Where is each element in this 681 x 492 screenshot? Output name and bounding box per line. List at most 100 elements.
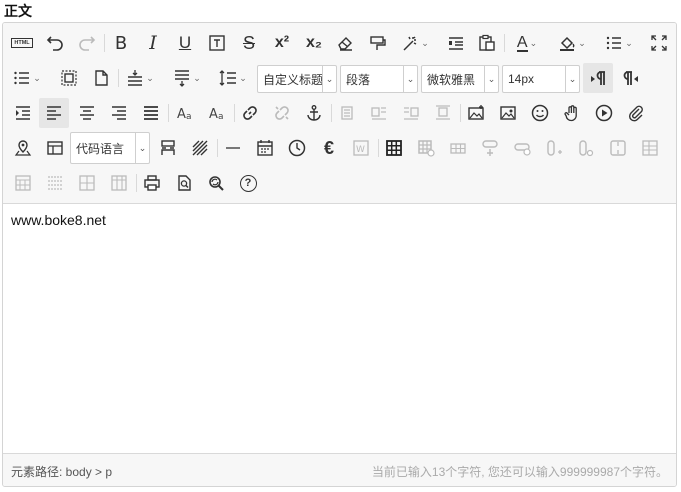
help-button[interactable]: ? bbox=[236, 172, 260, 194]
code-language-select[interactable]: 代码语言 ⌄ bbox=[70, 132, 150, 164]
fullscreen-button[interactable] bbox=[648, 32, 670, 54]
split-to-rows-button[interactable] bbox=[75, 172, 99, 194]
split-to-cells-button[interactable] bbox=[43, 172, 67, 194]
chevron-down-icon: ⌄ bbox=[484, 66, 498, 92]
merge-right-button[interactable] bbox=[638, 137, 662, 159]
separator bbox=[460, 104, 461, 122]
underline-button[interactable]: U bbox=[173, 32, 197, 54]
split-to-cols-button[interactable] bbox=[107, 172, 131, 194]
align-center-icon bbox=[80, 106, 94, 120]
element-path[interactable]: 元素路径: body > p bbox=[11, 463, 112, 480]
italic-icon: I bbox=[149, 32, 157, 54]
preview-button[interactable] bbox=[172, 172, 196, 194]
row-spacing-bottom-button[interactable]: ⌄ bbox=[169, 67, 205, 89]
template-button[interactable] bbox=[43, 137, 67, 159]
insert-col-button[interactable] bbox=[542, 137, 566, 159]
time-button[interactable] bbox=[285, 137, 309, 159]
insert-video-button[interactable] bbox=[592, 102, 616, 124]
delete-row-button[interactable] bbox=[510, 137, 534, 159]
print-button[interactable] bbox=[140, 172, 164, 194]
toolbar-row-4: 代码语言 ⌄ € W bbox=[3, 131, 676, 166]
forecolor-button[interactable]: A ⌄ bbox=[509, 32, 545, 54]
insert-unordered-list-button[interactable]: ⌄ bbox=[9, 67, 45, 89]
image-left-button[interactable] bbox=[367, 102, 391, 124]
attachment-button[interactable] bbox=[624, 102, 648, 124]
font-size-select[interactable]: 14px ⌄ bbox=[502, 65, 580, 93]
insert-ordered-list-button[interactable]: ⌄ bbox=[601, 32, 637, 54]
strikethrough-button[interactable]: S bbox=[237, 32, 261, 54]
remove-format-button[interactable] bbox=[333, 32, 357, 54]
indent-button[interactable] bbox=[11, 102, 35, 124]
align-left-icon bbox=[47, 106, 61, 120]
undo-button[interactable] bbox=[43, 32, 67, 54]
auto-typeset-button[interactable]: ⌄ bbox=[397, 32, 433, 54]
delete-row-icon bbox=[514, 143, 531, 156]
svg-text:a: a bbox=[186, 112, 192, 122]
content-paragraph[interactable]: www.boke8.net bbox=[11, 212, 106, 228]
redo-button[interactable] bbox=[75, 32, 99, 54]
merge-cells-button[interactable] bbox=[606, 137, 630, 159]
merge-down-button[interactable] bbox=[11, 172, 35, 194]
blockquote-button[interactable] bbox=[444, 32, 468, 54]
date-button[interactable] bbox=[253, 137, 277, 159]
status-bar: 元素路径: body > p 当前已输入13个字符, 您还可以输入9999999… bbox=[3, 453, 676, 486]
subscript-button[interactable]: x₂ bbox=[301, 32, 327, 54]
ltr-direction-button[interactable] bbox=[583, 63, 613, 93]
fullscreen-icon bbox=[651, 35, 667, 51]
redo-icon bbox=[79, 36, 96, 51]
image-right-button[interactable] bbox=[399, 102, 423, 124]
insert-row-button[interactable] bbox=[478, 137, 502, 159]
delete-table-button[interactable] bbox=[414, 137, 438, 159]
delete-table-icon bbox=[418, 140, 435, 157]
line-height-button[interactable]: ⌄ bbox=[215, 67, 251, 89]
scrawl-button[interactable] bbox=[560, 102, 584, 124]
superscript-button[interactable]: x² bbox=[269, 32, 295, 54]
justify-center-button[interactable] bbox=[75, 102, 99, 124]
insert-table-button[interactable] bbox=[382, 137, 406, 159]
justify-right-button[interactable] bbox=[107, 102, 131, 124]
unlink-button[interactable] bbox=[270, 102, 294, 124]
clock-icon bbox=[288, 139, 306, 157]
custom-style-select[interactable]: 自定义标题 ⌄ bbox=[257, 65, 337, 93]
wordimage-button[interactable]: W bbox=[349, 137, 373, 159]
tolowercase-button[interactable]: Aa bbox=[205, 102, 229, 124]
link-icon bbox=[243, 106, 257, 120]
horizontal-rule-button[interactable] bbox=[221, 137, 245, 159]
merge-down-icon bbox=[15, 175, 31, 191]
map-button[interactable] bbox=[11, 137, 35, 159]
toolbar-row-5: ? bbox=[3, 166, 676, 201]
anchor-button[interactable] bbox=[302, 102, 326, 124]
searchreplace-button[interactable] bbox=[204, 172, 228, 194]
svg-text:A: A bbox=[177, 107, 186, 122]
justify-left-button[interactable] bbox=[39, 98, 69, 128]
italic-button[interactable]: I bbox=[141, 32, 165, 54]
select-all-button[interactable] bbox=[57, 67, 81, 89]
bold-icon: B bbox=[114, 32, 128, 54]
emotion-button[interactable] bbox=[528, 102, 552, 124]
font-family-select[interactable]: 微软雅黑 ⌄ bbox=[421, 65, 499, 93]
paste-plain-button[interactable] bbox=[475, 32, 499, 54]
insert-paragraph-before-table-button[interactable] bbox=[446, 137, 470, 159]
paragraph-select[interactable]: 段落 ⌄ bbox=[340, 65, 418, 93]
touppercase-button[interactable]: Aa bbox=[173, 102, 197, 124]
editor-content-area[interactable]: www.boke8.net bbox=[3, 204, 676, 454]
html-source-button[interactable]: HTML bbox=[11, 32, 33, 54]
image-center-button[interactable] bbox=[431, 102, 455, 124]
question-icon: ? bbox=[239, 174, 257, 192]
row-spacing-top-button[interactable]: ⌄ bbox=[122, 67, 158, 89]
delete-col-button[interactable] bbox=[574, 137, 598, 159]
clear-doc-button[interactable] bbox=[89, 67, 113, 89]
font-border-button[interactable] bbox=[205, 32, 229, 54]
simple-upload-button[interactable] bbox=[464, 102, 488, 124]
background-button[interactable] bbox=[188, 137, 212, 159]
bold-button[interactable]: B bbox=[109, 32, 133, 54]
rtl-direction-button[interactable] bbox=[617, 67, 645, 89]
page-break-button[interactable] bbox=[156, 137, 180, 159]
backcolor-button[interactable]: ⌄ bbox=[554, 32, 590, 54]
link-button[interactable] bbox=[238, 102, 262, 124]
insert-image-button[interactable] bbox=[496, 102, 520, 124]
special-chars-button[interactable]: € bbox=[317, 137, 341, 159]
image-none-button[interactable] bbox=[335, 102, 359, 124]
format-match-button[interactable] bbox=[365, 32, 389, 54]
justify-full-button[interactable] bbox=[139, 102, 163, 124]
